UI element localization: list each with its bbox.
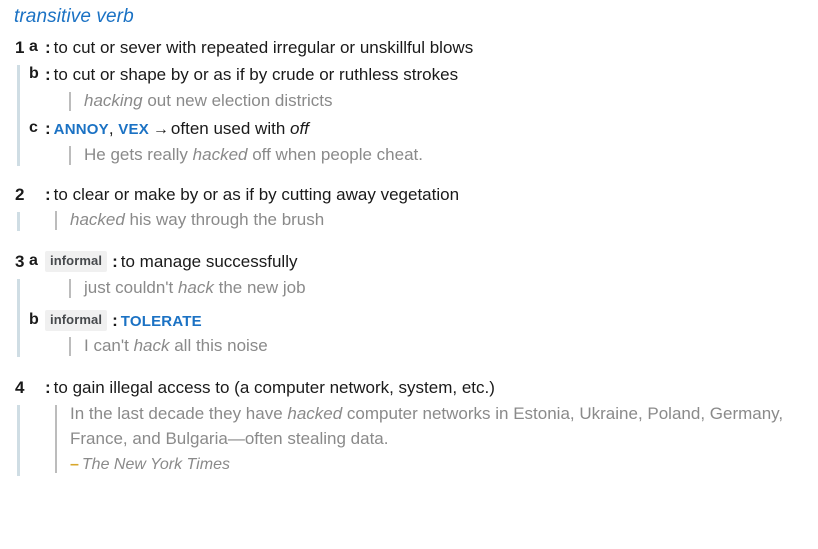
example-rest: his way through the brush [124,210,325,230]
attribution-source: The New York Times [81,455,230,473]
sense-definition-body: : to cut or sever with repeated irregular… [45,35,804,61]
sense-group-4: 4 a :to gain illegal access to (a comput… [0,375,818,476]
sense-definition-body: informal: to manage successfully [45,249,804,275]
example-rule [55,211,57,231]
sense-definition-body: informal: TOLERATE [45,308,804,334]
definition-text: to manage successfully [120,252,298,272]
part-of-speech-header: transitive verb [14,6,134,27]
example-headword: hack [177,277,214,297]
example-rule [69,278,71,298]
sense-definition-body: : to gain illegal access to (a computer n… [45,375,804,401]
sense-group-2: 2 a :to clear or make by or as if by cut… [0,182,818,233]
example-sentence: I can't hack all this noise [72,334,804,359]
sense-group-3: 3 a informal: to manage successfully just… [0,249,818,359]
sense-letter: a [29,37,38,55]
sense-number-spacer: 3 [0,308,26,334]
example-pre: I can't [84,336,134,356]
definition-colon: : [112,252,118,272]
sense-letter: c [29,118,38,136]
usage-note-text: often used with [170,118,290,138]
example-list: I can't hack all this noise [0,334,818,359]
example-rule [69,91,71,111]
sense-letter-spacer: a [26,375,45,400]
sense-definition-body: : ANNOY, VEX → often used with off [45,116,804,142]
arrow-icon: → [152,120,169,138]
example-post: the new job [213,277,306,297]
sense-4: 4 a :to gain illegal access to (a comput… [0,375,818,476]
sense-2: 2 a :to clear or make by or as if by cut… [0,182,818,233]
sense-number: 2 [15,184,25,204]
example-rule [69,337,71,357]
example-list: just couldn't hack the new job [0,276,818,301]
usage-note-particle: off [290,118,309,138]
sense-letter: b [29,65,39,83]
definition-colon: : [45,184,51,204]
definition-colon: : [45,65,51,85]
xref-separator: , [108,118,119,138]
sense-letter: b [29,310,39,328]
register-label-badge: informal [45,309,108,331]
example-list: He gets really hacked off when people ch… [0,143,818,168]
example-rule [55,404,57,473]
sense-group-1: 1 a : to cut or sever with repeated irreg… [0,35,818,168]
example-headword: hacked [287,403,343,423]
example-attribution: – The New York Times [58,452,804,476]
definition-colon: : [45,118,51,138]
sense-letter-spacer: a [26,182,45,207]
definition-text: to cut or sever with repeated irregular … [53,37,474,57]
example-sentence: In the last decade they have hacked comp… [58,402,804,452]
sense-number: 3 [15,252,25,272]
sense-number: 4 [15,378,25,398]
sense-1c: 1 c :ANNOY, VEX→often used with off He g… [0,116,818,168]
cross-reference-link-tolerate[interactable]: TOLERATE [121,313,202,330]
example-headword: hacking [84,90,143,110]
definition-text: to gain illegal access to (a computer ne… [53,378,495,398]
example-list: In the last decade they have hacked comp… [0,402,818,476]
register-label-badge: informal [45,251,108,273]
example-post: all this noise [169,336,268,356]
example-rule [69,145,71,165]
sense-definition-body: : to clear or make by or as if by cutting… [45,182,804,208]
definition-colon: : [45,378,51,398]
example-sentence: hacking out new election districts [72,89,804,114]
sense-1b: 1 b :to cut or shape by or as if by crud… [0,62,818,113]
example-pre: He gets really [84,144,193,164]
cross-reference-link-vex[interactable]: VEX [118,121,149,138]
sense-3b: 3 b informal:TOLERATE I can't hack all t… [0,308,818,359]
example-list: hacked his way through the brush [0,208,818,233]
definition-text: to clear or make by or as if by cutting … [53,184,460,204]
sense-letter: a [29,252,38,270]
dictionary-entry: transitive verb 1 a : to cut or sever wit… [0,0,818,476]
sense-number-spacer: 1 [0,116,26,142]
sense-3a: 3 a informal: to manage successfully just… [0,249,818,300]
example-headword: hacked [192,144,248,164]
sense-1a: 1 a : to cut or sever with repeated irreg… [0,35,818,61]
example-pre: In the last decade they have [70,403,288,423]
example-list: hacking out new election districts [0,89,818,114]
example-post: off when people cheat. [247,144,423,164]
example-pre: just couldn't [84,277,178,297]
example-rest: out new election districts [142,90,333,110]
example-sentence: He gets really hacked off when people ch… [72,143,804,168]
example-sentence: hacked his way through the brush [58,208,804,233]
example-headword: hack [133,336,170,356]
definition-text: to cut or shape by or as if by crude or … [53,65,459,85]
example-headword: hacked [70,210,125,230]
definition-colon: : [112,310,118,330]
attribution-dash-icon: – [70,455,79,473]
sense-number-spacer: 1 [0,62,26,88]
sense-number: 1 [15,37,25,57]
definition-colon: : [45,37,51,57]
example-sentence: just couldn't hack the new job [72,276,804,301]
cross-reference-link-annoy[interactable]: ANNOY [54,121,109,138]
sense-definition-body: : to cut or shape by or as if by crude or… [45,62,804,88]
